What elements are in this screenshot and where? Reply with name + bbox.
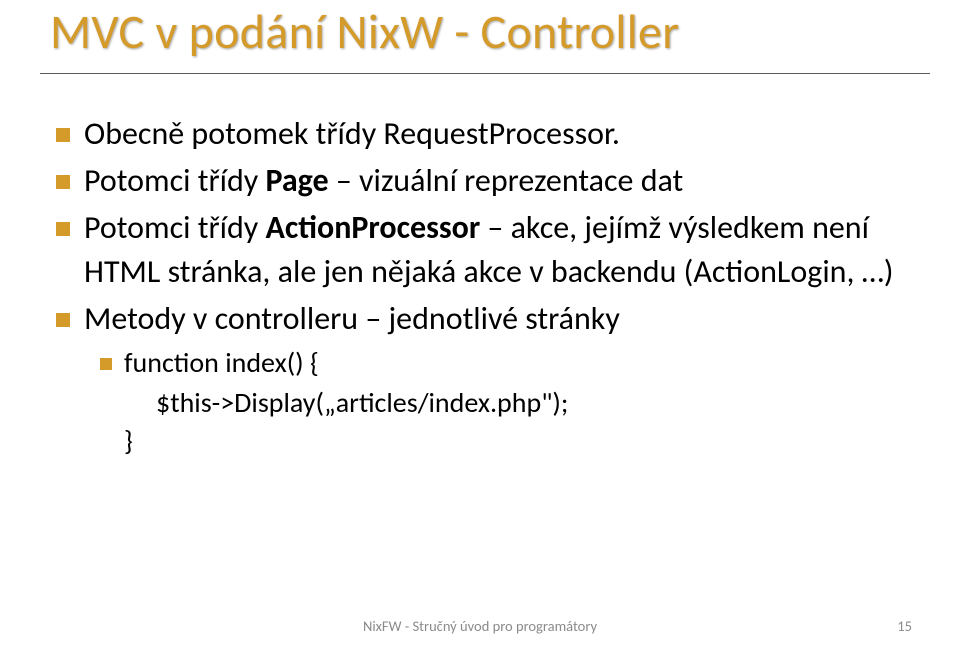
text-fragment: Potomci třídy <box>84 161 265 200</box>
slide-title: MVC v podání NixW - Controller <box>50 0 920 73</box>
bullet-text: Obecně potomek třídy RequestProcessor. <box>84 112 620 155</box>
square-bullet-icon <box>56 175 70 189</box>
bullet-item-1: Obecně potomek třídy RequestProcessor. <box>56 112 920 155</box>
square-bullet-icon <box>100 358 112 370</box>
text-bold: Page <box>265 161 328 200</box>
bullet-text: Potomci třídy ActionProcessor – akce, je… <box>84 206 920 292</box>
slide-footer: NixFW - Stručný úvod pro programátory 15 <box>0 617 960 635</box>
bullet-text: Metody v controlleru – jednotlivé stránk… <box>84 297 620 340</box>
code-line: } <box>56 422 920 460</box>
text-bold: ActionProcessor <box>265 208 480 247</box>
bullet-text: Potomci třídy Page – vizuální reprezenta… <box>84 159 683 202</box>
text-fragment: – vizuální reprezentace dat <box>329 161 684 200</box>
code-line: $this->Display(„articles/index.php"); <box>56 384 920 422</box>
bullet-item-3: Potomci třídy ActionProcessor – akce, je… <box>56 206 920 292</box>
square-bullet-icon <box>56 128 70 142</box>
bullet-item-2: Potomci třídy Page – vizuální reprezenta… <box>56 159 920 202</box>
bullet-item-4: Metody v controlleru – jednotlivé stránk… <box>56 297 920 340</box>
sub-bullet-text: function index() { <box>124 344 319 382</box>
slide-content: Obecně potomek třídy RequestProcessor. P… <box>50 74 920 459</box>
footer-text: NixFW - Stručný úvod pro programátory <box>363 617 597 635</box>
square-bullet-icon <box>56 313 70 327</box>
text-fragment: Potomci třídy <box>84 208 265 247</box>
page-number: 15 <box>897 617 912 635</box>
square-bullet-icon <box>56 222 70 236</box>
sub-bullet-item: function index() { <box>56 344 920 382</box>
